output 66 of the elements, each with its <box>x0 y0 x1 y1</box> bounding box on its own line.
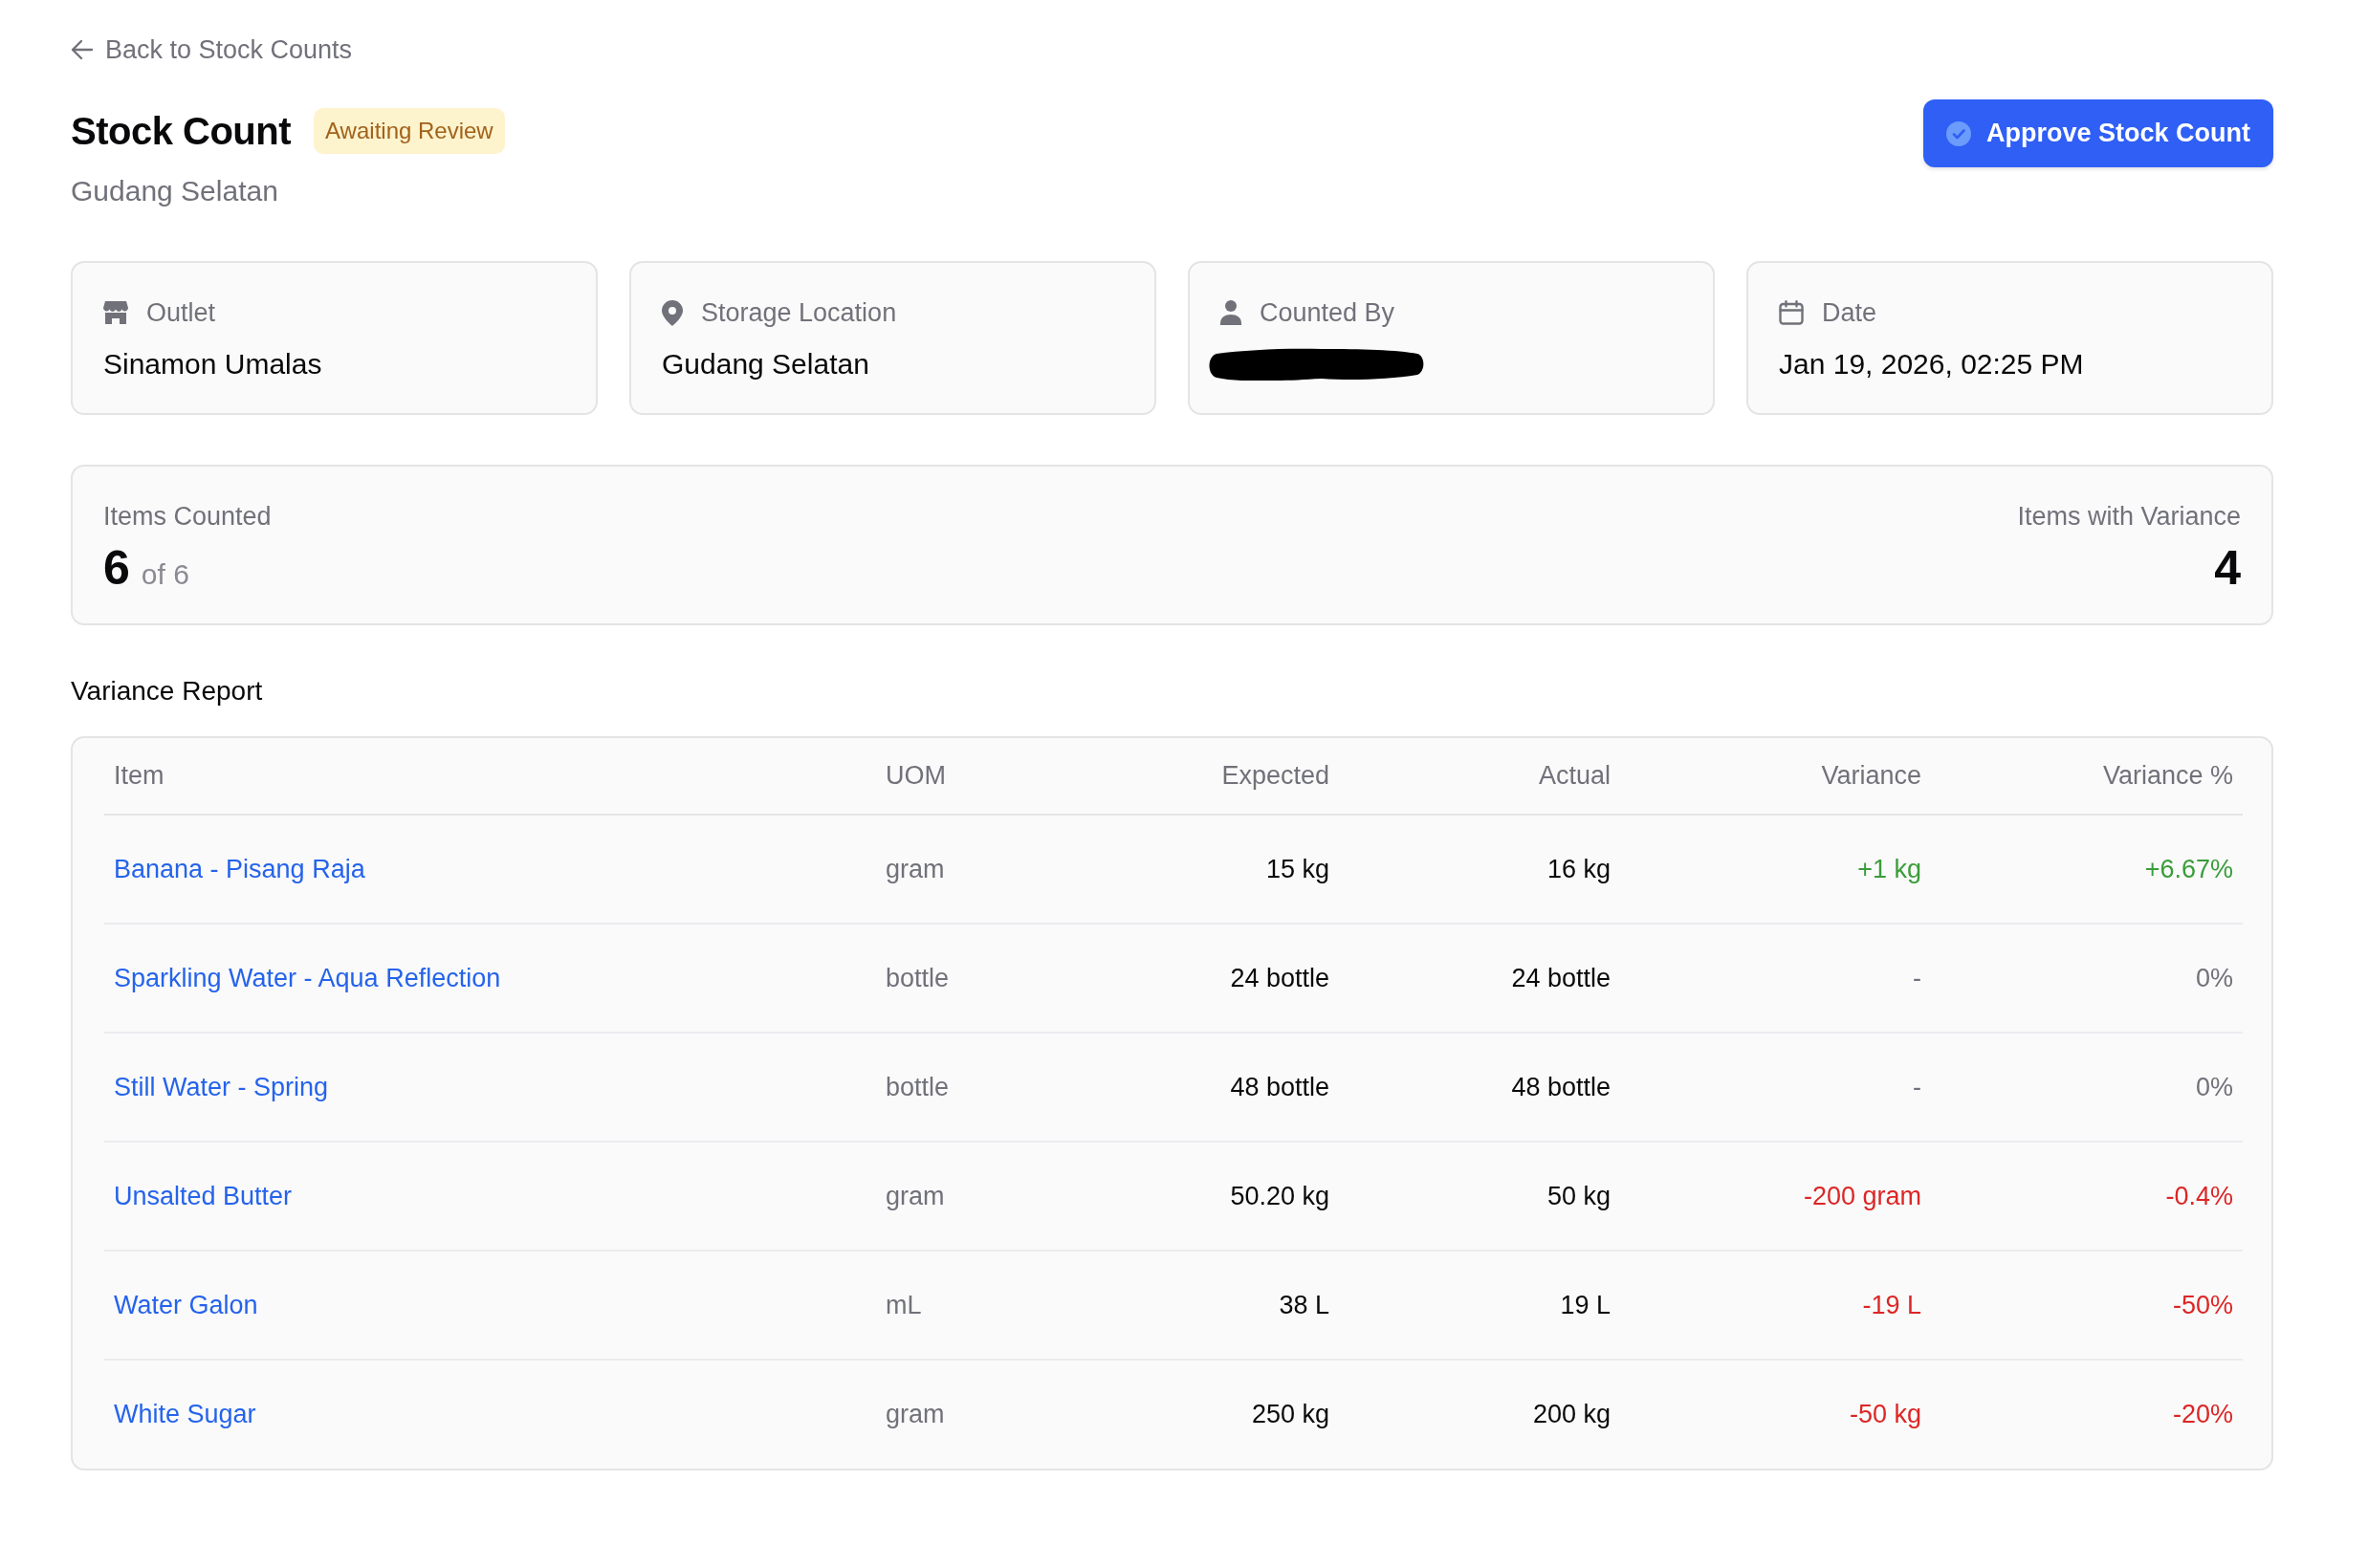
variance-cell: -200 gram <box>1620 1142 1931 1251</box>
table-cell: 38 L <box>1107 1251 1339 1360</box>
back-link[interactable]: Back to Stock Counts <box>71 33 353 67</box>
item-link[interactable]: Unsalted Butter <box>114 1181 293 1210</box>
variance-cell: -50 kg <box>1620 1360 1931 1469</box>
item-link[interactable]: Sparkling Water - Aqua Reflection <box>114 963 501 992</box>
info-value: Jan 19, 2026, 02:25 PM <box>1779 347 2084 381</box>
variance-cell: - <box>1620 1033 1931 1142</box>
summary-label: Items Counted <box>103 501 272 533</box>
column-header: UOM <box>876 738 1107 815</box>
variance-cell: - <box>1620 924 1931 1033</box>
item-link[interactable]: Water Galon <box>114 1290 258 1319</box>
table-cell: bottle <box>876 1033 1107 1142</box>
page-subtitle: Gudang Selatan <box>71 174 278 208</box>
variance-percent-cell: 0% <box>1931 1033 2243 1142</box>
item-link[interactable]: Still Water - Spring <box>114 1072 329 1101</box>
info-label: Storage Location <box>701 297 897 328</box>
table-cell: 200 kg <box>1339 1360 1620 1469</box>
summary-value: 4 <box>2214 547 2241 589</box>
table-cell: mL <box>876 1251 1107 1360</box>
variance-percent-cell: -50% <box>1931 1251 2243 1360</box>
table-cell: gram <box>876 815 1107 924</box>
store-icon <box>103 301 128 324</box>
table-cell: 24 bottle <box>1339 924 1620 1033</box>
page-title: Stock Count <box>71 109 292 153</box>
info-value: Sinamon Umalas <box>103 347 322 381</box>
table-cell: 24 bottle <box>1107 924 1339 1033</box>
approve-button[interactable]: Approve Stock Count <box>1923 99 2273 167</box>
table-cell: 16 kg <box>1339 815 1620 924</box>
summary-label: Items with Variance <box>2017 501 2241 533</box>
column-header: Variance % <box>1931 738 2243 815</box>
summary-total: of 6 <box>141 558 189 591</box>
variance-cell: +1 kg <box>1620 815 1931 924</box>
arrow-left-icon <box>71 39 94 60</box>
map-pin-icon <box>662 299 683 326</box>
item-link[interactable]: Banana - Pisang Raja <box>114 854 365 883</box>
variance-percent-cell: +6.67% <box>1931 815 2243 924</box>
calendar-icon <box>1779 300 1804 325</box>
info-label: Date <box>1822 297 1877 328</box>
table-cell: 50.20 kg <box>1107 1142 1339 1251</box>
variance-cell: -19 L <box>1620 1251 1931 1360</box>
item-link[interactable]: White Sugar <box>114 1400 256 1428</box>
summary-value: 6 <box>103 547 130 589</box>
column-header: Variance <box>1620 738 1931 815</box>
table-cell: 48 bottle <box>1107 1033 1339 1142</box>
section-title: Variance Report <box>71 675 263 708</box>
variance-percent-cell: -0.4% <box>1931 1142 2243 1251</box>
table-cell: 250 kg <box>1107 1360 1339 1469</box>
table-cell: 50 kg <box>1339 1142 1620 1251</box>
variance-percent-cell: -20% <box>1931 1360 2243 1469</box>
table-cell: 48 bottle <box>1339 1033 1620 1142</box>
table-cell: 15 kg <box>1107 815 1339 924</box>
status-badge: Awaiting Review <box>314 108 505 154</box>
info-value: Gudang Selatan <box>662 347 869 381</box>
table-cell: bottle <box>876 924 1107 1033</box>
info-label: Outlet <box>146 297 216 328</box>
check-circle-icon <box>1946 120 1971 146</box>
info-label: Counted By <box>1260 297 1395 328</box>
column-header: Expected <box>1107 738 1339 815</box>
column-header: Actual <box>1339 738 1620 815</box>
column-header: Item <box>104 738 876 815</box>
table-cell: gram <box>876 1142 1107 1251</box>
variance-percent-cell: 0% <box>1931 924 2243 1033</box>
user-icon <box>1220 300 1241 325</box>
table-cell: 19 L <box>1339 1251 1620 1360</box>
table-cell: gram <box>876 1360 1107 1469</box>
